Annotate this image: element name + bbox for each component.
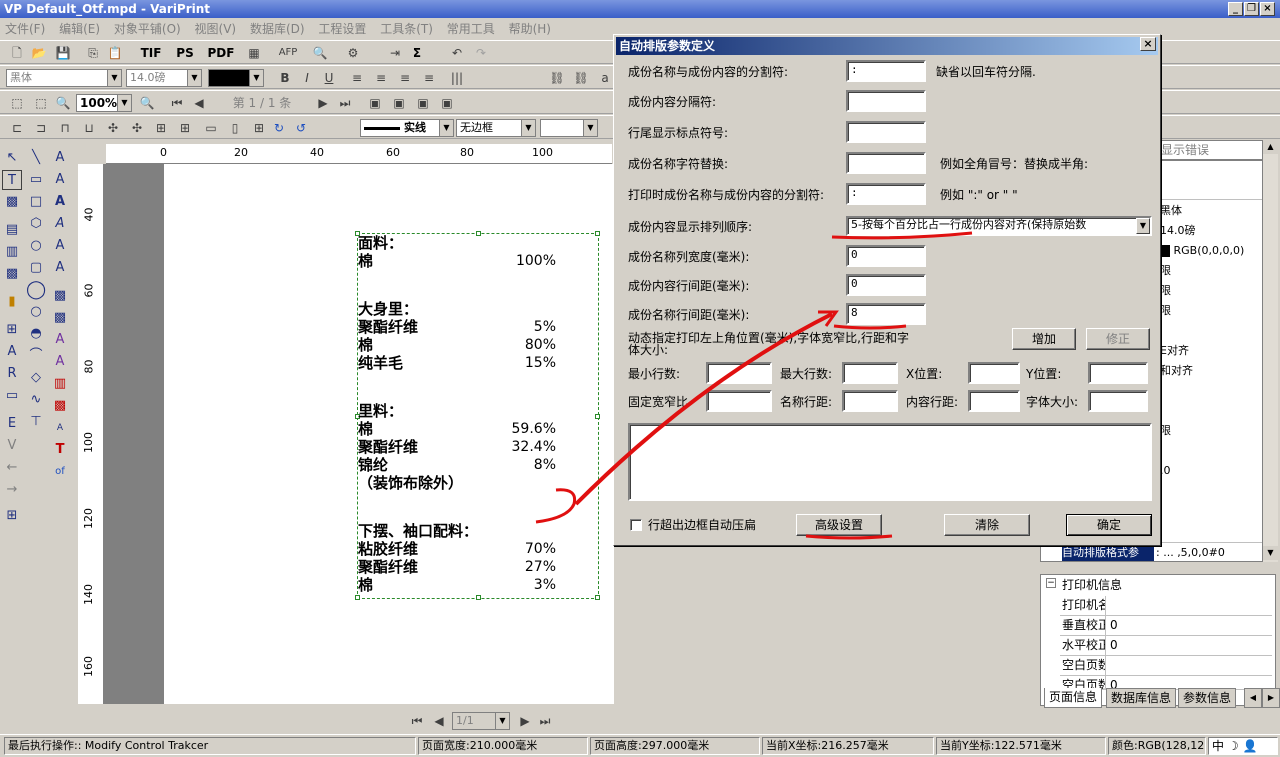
moon-icon: ☽ (1227, 739, 1239, 753)
annotation-underline (833, 324, 907, 330)
status-color: 颜色:RGB(128,128 (1108, 737, 1206, 755)
status-bar: 最后执行操作:: Modify Control Trakcer 页面宽度:210… (0, 734, 1280, 757)
annotation-underline (805, 534, 893, 540)
annotation-bracket (535, 488, 577, 524)
ime-label: 中 (1212, 739, 1225, 753)
annotation-underline (831, 231, 973, 240)
status-cursor-x: 当前X坐标:216.257毫米 (762, 737, 934, 755)
annotation-overlay (535, 231, 973, 540)
ime-indicator[interactable]: 中 ☽ 👤 (1208, 737, 1278, 755)
status-page-width: 页面宽度:210.000毫米 (418, 737, 588, 755)
user-icon: 👤 (1242, 739, 1258, 753)
status-last-operation: 最后执行操作:: Modify Control Trakcer (4, 737, 416, 755)
status-cursor-y: 当前Y坐标:122.571毫米 (936, 737, 1106, 755)
status-page-height: 页面高度:297.000毫米 (590, 737, 760, 755)
annotation-arrow (574, 312, 833, 506)
